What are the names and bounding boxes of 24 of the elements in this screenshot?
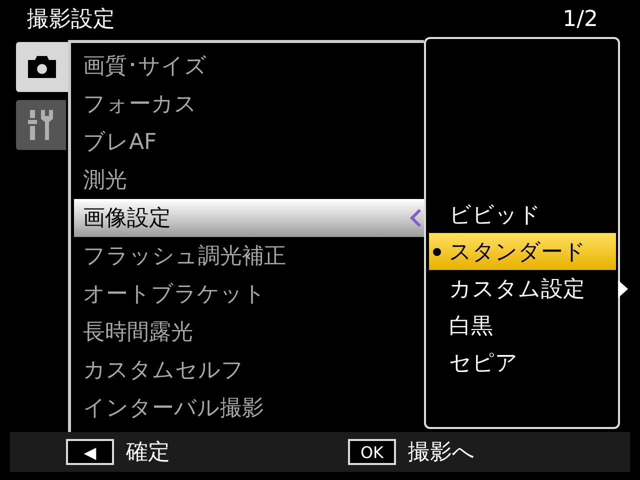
tools-icon bbox=[27, 108, 55, 142]
menu-tab[interactable] bbox=[16, 42, 68, 92]
option-item[interactable]: 白黒 bbox=[429, 307, 616, 344]
option-item[interactable]: カスタム設定 bbox=[429, 270, 616, 307]
menu-item[interactable]: 画像設定 bbox=[74, 199, 424, 237]
camera-icon bbox=[26, 54, 58, 80]
option-item[interactable]: ビビッド bbox=[429, 196, 616, 233]
hint-text: 確定 bbox=[126, 439, 170, 467]
menu-item[interactable]: ブレAF bbox=[74, 123, 424, 161]
screen-title: 撮影設定 bbox=[27, 6, 115, 34]
menu-item[interactable]: フォーカス bbox=[74, 85, 424, 123]
option-item[interactable]: セピア bbox=[429, 344, 616, 381]
key-label: OK bbox=[348, 439, 396, 465]
menu-item[interactable]: 測光 bbox=[74, 161, 424, 199]
option-item[interactable]: スタンダード bbox=[429, 233, 616, 270]
menu-item[interactable]: インターバル撮影 bbox=[74, 389, 424, 427]
menu-item[interactable]: フラッシュ調光補正 bbox=[74, 237, 424, 275]
menu-item[interactable]: オートブラケット bbox=[74, 275, 424, 313]
hint-text: 撮影へ bbox=[408, 439, 475, 467]
page-indicator: 1/2 bbox=[562, 6, 598, 32]
menu-item[interactable]: 画質･サイズ bbox=[74, 47, 424, 85]
menu-item[interactable]: カスタムセルフ bbox=[74, 351, 424, 389]
menu-item[interactable]: 長時間露光 bbox=[74, 313, 424, 351]
key-label: ◀ bbox=[66, 439, 114, 465]
